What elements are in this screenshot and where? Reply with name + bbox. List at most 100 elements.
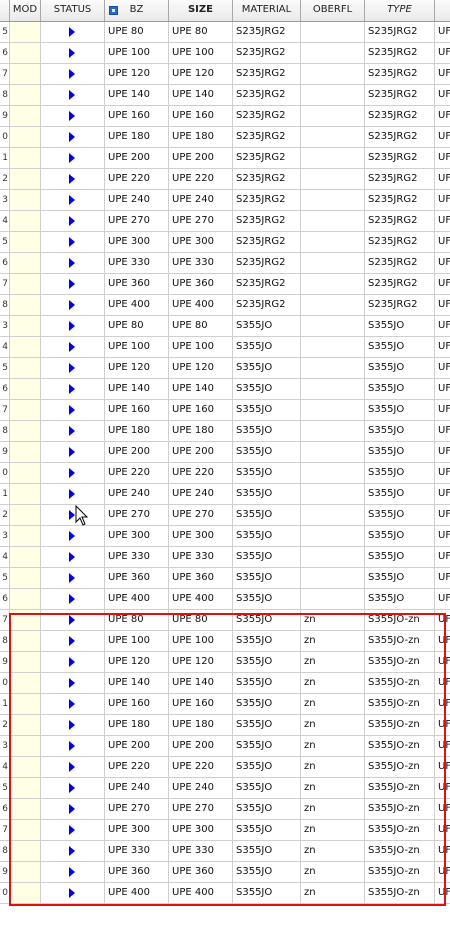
cell-bz[interactable]: UPE 200 [105, 442, 169, 463]
cell-bz[interactable]: UPE 400 [105, 295, 169, 316]
cell-bz[interactable]: UPE 140 [105, 85, 169, 106]
cell-bz[interactable]: UPE 100 [105, 43, 169, 64]
cell-type[interactable]: S355JO [365, 526, 435, 547]
cell-material[interactable]: S235JRG2 [233, 148, 301, 169]
play-triangle-icon[interactable] [69, 762, 75, 772]
row-index[interactable]: 3 [0, 526, 10, 547]
cell-status[interactable] [41, 547, 105, 568]
cell-next[interactable]: UF [435, 295, 450, 316]
row-index[interactable]: 9 [0, 442, 10, 463]
table-row[interactable]: 4 UPE 100 UPE 100 S355JO S355JO UF [0, 337, 450, 358]
cell-size[interactable]: UPE 200 [169, 442, 233, 463]
row-index[interactable]: 4 [0, 757, 10, 778]
cell-oberfl[interactable] [301, 316, 365, 337]
cell-next[interactable]: UF [435, 421, 450, 442]
cell-oberfl[interactable] [301, 589, 365, 610]
cell-status[interactable] [41, 358, 105, 379]
column-header-oberfl[interactable]: OBERFL [301, 0, 365, 21]
table-row[interactable]: 6 UPE 140 UPE 140 S355JO S355JO UF [0, 379, 450, 400]
cell-status[interactable] [41, 568, 105, 589]
play-triangle-icon[interactable] [69, 363, 75, 373]
cell-material[interactable]: S235JRG2 [233, 295, 301, 316]
cell-status[interactable] [41, 652, 105, 673]
cell-type[interactable]: S235JRG2 [365, 106, 435, 127]
cell-mod[interactable] [10, 295, 41, 316]
cell-size[interactable]: UPE 80 [169, 22, 233, 43]
table-row[interactable]: 7 UPE 160 UPE 160 S355JO S355JO UF [0, 400, 450, 421]
cell-size[interactable]: UPE 120 [169, 652, 233, 673]
cell-status[interactable] [41, 43, 105, 64]
row-index[interactable]: 8 [0, 85, 10, 106]
cell-mod[interactable] [10, 484, 41, 505]
cell-oberfl[interactable]: zn [301, 841, 365, 862]
table-row[interactable]: 3 UPE 300 UPE 300 S355JO S355JO UF [0, 526, 450, 547]
cell-status[interactable] [41, 862, 105, 883]
cell-material[interactable]: S355JO [233, 526, 301, 547]
column-header-bz[interactable]: BZ [105, 0, 169, 21]
cell-size[interactable]: UPE 220 [169, 757, 233, 778]
cell-bz[interactable]: UPE 160 [105, 694, 169, 715]
play-triangle-icon[interactable] [69, 279, 75, 289]
cell-bz[interactable]: UPE 360 [105, 568, 169, 589]
play-triangle-icon[interactable] [69, 69, 75, 79]
cell-type[interactable]: S235JRG2 [365, 211, 435, 232]
cell-status[interactable] [41, 820, 105, 841]
cell-oberfl[interactable]: zn [301, 883, 365, 904]
cell-next[interactable]: UF [435, 841, 450, 862]
cell-mod[interactable] [10, 190, 41, 211]
cell-status[interactable] [41, 526, 105, 547]
row-index[interactable]: 9 [0, 862, 10, 883]
cell-size[interactable]: UPE 300 [169, 820, 233, 841]
cell-size[interactable]: UPE 400 [169, 295, 233, 316]
row-index[interactable]: 7 [0, 64, 10, 85]
cell-material[interactable]: S355JO [233, 589, 301, 610]
cell-type[interactable]: S235JRG2 [365, 190, 435, 211]
row-index[interactable]: 7 [0, 820, 10, 841]
cell-material[interactable]: S235JRG2 [233, 127, 301, 148]
cell-size[interactable]: UPE 160 [169, 106, 233, 127]
cell-material[interactable]: S355JO [233, 610, 301, 631]
cell-status[interactable] [41, 841, 105, 862]
cell-type[interactable]: S355JO-zn [365, 883, 435, 904]
cell-next[interactable]: UF [435, 820, 450, 841]
row-index[interactable]: 5 [0, 778, 10, 799]
cell-oberfl[interactable]: zn [301, 694, 365, 715]
play-triangle-icon[interactable] [69, 300, 75, 310]
row-index[interactable]: 9 [0, 106, 10, 127]
cell-bz[interactable]: UPE 220 [105, 463, 169, 484]
cell-next[interactable]: UF [435, 547, 450, 568]
row-index[interactable]: 8 [0, 295, 10, 316]
row-index[interactable]: 1 [0, 694, 10, 715]
row-index[interactable]: 7 [0, 274, 10, 295]
cell-size[interactable]: UPE 160 [169, 694, 233, 715]
cell-mod[interactable] [10, 316, 41, 337]
cell-type[interactable]: S355JO [365, 442, 435, 463]
row-index[interactable]: 5 [0, 22, 10, 43]
cell-type[interactable]: S355JO-zn [365, 820, 435, 841]
cell-next[interactable]: UF [435, 484, 450, 505]
cell-oberfl[interactable] [301, 295, 365, 316]
cell-material[interactable]: S355JO [233, 337, 301, 358]
cell-next[interactable]: UF [435, 505, 450, 526]
cell-mod[interactable] [10, 463, 41, 484]
cell-oberfl[interactable]: zn [301, 862, 365, 883]
table-row[interactable]: 1 UPE 240 UPE 240 S355JO S355JO UF [0, 484, 450, 505]
cell-oberfl[interactable] [301, 547, 365, 568]
cell-type[interactable]: S355JO-zn [365, 652, 435, 673]
cell-bz[interactable]: UPE 180 [105, 421, 169, 442]
play-triangle-icon[interactable] [69, 111, 75, 121]
cell-mod[interactable] [10, 673, 41, 694]
table-row[interactable]: 5 UPE 300 UPE 300 S235JRG2 S235JRG2 UF [0, 232, 450, 253]
cell-size[interactable]: UPE 140 [169, 379, 233, 400]
cell-material[interactable]: S235JRG2 [233, 106, 301, 127]
row-index[interactable]: 5 [0, 358, 10, 379]
table-row[interactable]: 3 UPE 200 UPE 200 S355JO zn S355JO-zn UF [0, 736, 450, 757]
cell-bz[interactable]: UPE 160 [105, 400, 169, 421]
cell-bz[interactable]: UPE 240 [105, 484, 169, 505]
cell-material[interactable]: S355JO [233, 841, 301, 862]
play-triangle-icon[interactable] [69, 321, 75, 331]
cell-mod[interactable] [10, 274, 41, 295]
column-header-next[interactable] [435, 0, 450, 21]
cell-type[interactable]: S235JRG2 [365, 148, 435, 169]
cell-size[interactable]: UPE 140 [169, 85, 233, 106]
